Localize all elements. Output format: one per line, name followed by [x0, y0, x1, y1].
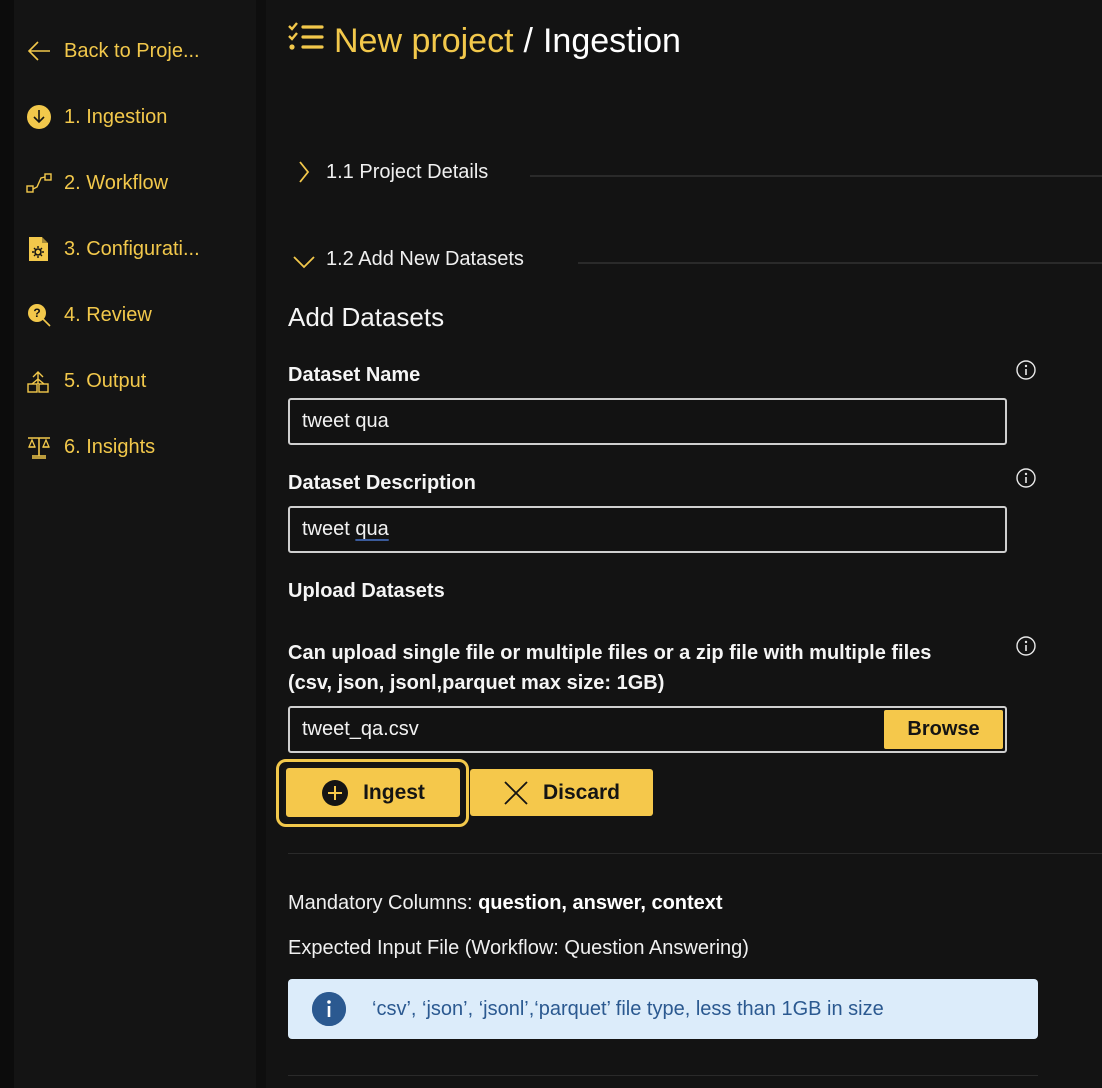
ingest-label: Ingest	[363, 780, 425, 804]
dataset-name-info-icon[interactable]	[1016, 360, 1036, 380]
sidebar-item-insights[interactable]: 6. Insights	[26, 434, 155, 460]
sidebar-item-ingestion[interactable]: 1. Ingestion	[26, 104, 167, 130]
review-search-icon: ?	[26, 302, 52, 328]
sidebar-item-label: 2. Workflow	[64, 171, 169, 194]
breadcrumb-page: Ingestion	[542, 22, 681, 60]
window-edge	[0, 0, 14, 1088]
mandatory-columns-values: question, answer, context	[478, 892, 723, 914]
svg-text:?: ?	[33, 306, 40, 320]
dataset-name-value: tweet qua	[302, 410, 389, 432]
breadcrumb-project[interactable]: New project	[334, 22, 514, 61]
browse-button[interactable]: Browse	[884, 710, 1003, 749]
section-divider	[578, 262, 1102, 264]
sidebar-item-label: 5. Output	[64, 369, 147, 392]
sidebar-item-output[interactable]: 5. Output	[26, 368, 146, 394]
back-label: Back to Proje...	[64, 39, 200, 62]
checklist-icon	[288, 22, 324, 61]
add-datasets-heading: Add Datasets	[288, 302, 445, 332]
sidebar-item-configuration[interactable]: 3. Configurati...	[26, 236, 200, 262]
dataset-name-label: Dataset Name	[288, 364, 421, 386]
section-add-datasets-toggle[interactable]: 1.2 Add New Datasets	[292, 247, 524, 271]
divider	[288, 853, 1102, 854]
sidebar-divider	[256, 0, 266, 1088]
output-icon	[26, 368, 52, 394]
sidebar	[14, 0, 256, 1088]
sidebar-item-label: 1. Ingestion	[64, 105, 168, 128]
dataset-description-value: tweet	[302, 518, 356, 540]
sidebar-item-label: 6. Insights	[64, 435, 156, 458]
discard-button[interactable]: Discard	[470, 769, 653, 816]
alert-text: ‘csv’, ‘json’, ‘jsonl’,‘parquet’ file ty…	[372, 997, 884, 1020]
upload-hint: Can upload single file or multiple files…	[288, 638, 1008, 698]
divider	[288, 1075, 1038, 1076]
arrow-left-icon	[26, 38, 52, 64]
sidebar-item-review[interactable]: ? 4. Review	[26, 302, 152, 328]
workflow-icon	[26, 170, 52, 196]
info-icon	[312, 992, 346, 1026]
file-upload-input[interactable]: tweet_qa.csv Browse	[288, 706, 1007, 753]
sidebar-item-label: 3. Configurati...	[64, 237, 200, 260]
config-file-icon	[26, 236, 52, 262]
expected-input-file: Expected Input File (Workflow: Question …	[288, 937, 749, 959]
chevron-down-icon	[292, 247, 316, 271]
breadcrumb-separator: /	[523, 22, 533, 60]
download-circle-icon	[26, 104, 52, 130]
back-to-projects-link[interactable]: Back to Proje...	[26, 38, 200, 64]
ingest-button[interactable]: Ingest	[283, 765, 463, 820]
selected-file-name: tweet_qa.csv	[302, 718, 419, 740]
section-divider	[530, 175, 1102, 177]
sidebar-item-workflow[interactable]: 2. Workflow	[26, 170, 168, 196]
main-content: New project / Ingestion 1.1 Project Deta…	[266, 0, 1102, 1088]
upload-hint-line2: (csv, json, jsonl,parquet max size: 1GB)	[288, 672, 665, 694]
upload-datasets-label: Upload Datasets	[288, 580, 445, 602]
dataset-description-input[interactable]: tweet qua	[288, 506, 1007, 553]
dataset-description-label: Dataset Description	[288, 472, 476, 494]
dataset-description-info-icon[interactable]	[1016, 468, 1036, 488]
page-title: New project / Ingestion	[288, 22, 681, 61]
scale-icon	[26, 434, 52, 460]
close-icon	[503, 780, 529, 806]
upload-info-icon[interactable]	[1016, 636, 1036, 656]
discard-label: Discard	[542, 780, 621, 804]
file-type-info-alert: ‘csv’, ‘json’, ‘jsonl’,‘parquet’ file ty…	[288, 979, 1038, 1039]
mandatory-columns-label: Mandatory Columns:	[288, 892, 479, 914]
spellcheck-word: qua	[355, 518, 389, 540]
mandatory-columns: Mandatory Columns: question, answer, con…	[288, 892, 723, 915]
section-project-details-toggle[interactable]: 1.1 Project Details	[292, 160, 488, 184]
dataset-name-input[interactable]: tweet qua	[288, 398, 1007, 445]
sidebar-item-label: 4. Review	[64, 303, 152, 326]
upload-hint-line1: Can upload single file or multiple files…	[288, 642, 932, 664]
chevron-right-icon	[292, 160, 316, 184]
section-title: 1.2 Add New Datasets	[326, 247, 524, 270]
section-title: 1.1 Project Details	[326, 160, 489, 183]
plus-circle-icon	[321, 779, 349, 807]
